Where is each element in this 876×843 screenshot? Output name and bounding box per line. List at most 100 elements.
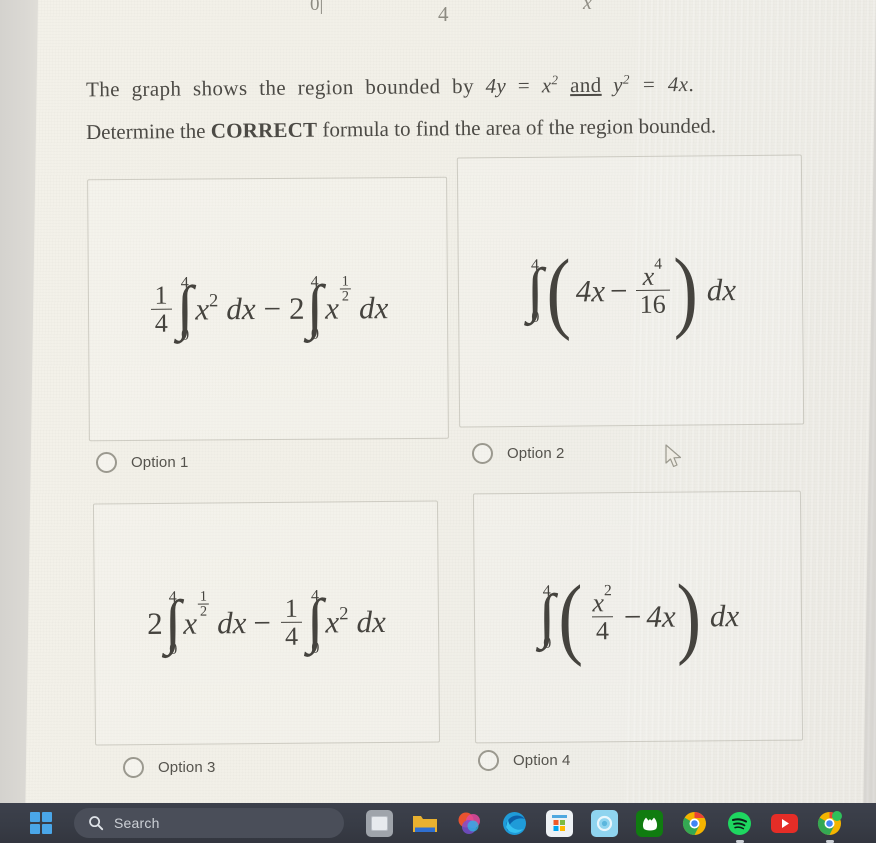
- radio-button-option-3[interactable]: [123, 757, 144, 778]
- integrand-2-exponent: 2: [339, 603, 349, 625]
- radio-button-option-4[interactable]: [478, 750, 499, 771]
- logo-square-bl: [30, 824, 40, 834]
- integral-2-differential: dx: [356, 603, 386, 640]
- option-4-radio-row[interactable]: Option 4: [478, 750, 571, 771]
- file-explorer-icon[interactable]: [411, 810, 438, 837]
- option-3-radio-row[interactable]: Option 3: [123, 757, 216, 778]
- coefficient-one-quarter: 1 4: [150, 281, 172, 338]
- search-icon: [89, 816, 104, 831]
- fraction-numerator-base: x: [642, 261, 655, 292]
- fraction-numerator: x4: [639, 256, 667, 292]
- fraction-numerator: x2: [588, 582, 616, 618]
- question-line-2: Determine the CORRECT formula to find th…: [86, 105, 856, 151]
- option-4-card[interactable]: 4 ∫ 0 ( x2 4 − 4x ) dx: [472, 490, 804, 744]
- paren-open: (: [546, 240, 572, 342]
- question-conjunction: and: [569, 72, 602, 98]
- option-2-formula: 4 ∫ 0 ( 4x − x4 16 ) dx: [525, 239, 737, 342]
- running-indicator: [735, 839, 744, 843]
- windows-taskbar[interactable]: Search: [0, 803, 876, 843]
- question-line2-suffix: formula to find the area of the region b…: [317, 113, 717, 142]
- integral-main: 4 ∫ 0: [527, 257, 544, 326]
- integrand-operator: −: [623, 598, 642, 635]
- option-4-label: Option 4: [513, 752, 571, 769]
- integral-2-sign: ∫: [306, 587, 324, 655]
- radio-button-option-2[interactable]: [472, 443, 493, 464]
- microsoft-365-copilot-icon[interactable]: [456, 810, 483, 837]
- fraction-numerator-exponent: 2: [603, 582, 612, 600]
- youtube-icon[interactable]: [771, 810, 798, 837]
- integrand-1-base: x: [195, 291, 210, 327]
- taskbar-pinned-icons: [366, 809, 843, 843]
- exponent-denominator: 2: [339, 288, 351, 305]
- option-2-radio-row[interactable]: Option 2: [472, 443, 565, 464]
- option-2-card[interactable]: 4 ∫ 0 ( 4x − x4 16 ) dx: [456, 154, 805, 428]
- integral-2-differential: dx: [358, 290, 389, 326]
- integral-2: 4 ∫ 0: [306, 587, 324, 657]
- windows-logo-icon[interactable]: [30, 812, 52, 834]
- integral-lower-limit: 0: [531, 308, 540, 326]
- equation-2-rhs: = 4x: [629, 72, 689, 97]
- page-content: 0| 4 x The graph shows the region bounde…: [38, 0, 876, 812]
- photos-icon[interactable]: [591, 809, 618, 837]
- integrand-2-base: x: [325, 290, 340, 326]
- google-chrome-icon[interactable]: [681, 810, 708, 837]
- integral-1-differential: dx: [216, 605, 247, 641]
- fraction-numerator-exponent: 4: [654, 255, 663, 273]
- radio-button-option-1[interactable]: [96, 452, 117, 473]
- integral-differential: dx: [709, 598, 740, 634]
- graph-xtick-4-label: 4: [438, 2, 449, 26]
- option-1-card[interactable]: 1 4 4 ∫ 0 x2 dx − 2 4 ∫ 0 x12 dx: [87, 176, 449, 442]
- running-indicator: [825, 839, 834, 843]
- screenshot-root: 0| 4 x The graph shows the region bounde…: [0, 0, 876, 843]
- integrand-term-1: 4x: [575, 273, 606, 309]
- question-line1-prefix: The graph shows the region bounded by: [85, 73, 486, 102]
- integral-differential: dx: [706, 272, 737, 308]
- equation-1-exponent: 2: [551, 72, 559, 88]
- fraction-numerator-base: x: [592, 588, 605, 618]
- integral-1: 4 ∫ 0: [176, 274, 194, 344]
- equation-1-equals: =: [506, 73, 542, 98]
- graph-origin-label: 0|: [310, 0, 324, 15]
- microsoft-edge-icon[interactable]: [501, 810, 528, 837]
- option-3-card[interactable]: 2 4 ∫ 0 x12 dx − 1 4 4 ∫ 0 x2 dx: [92, 500, 441, 746]
- equation-2-base: y: [613, 72, 624, 97]
- equation-1-lhs: 4y: [485, 73, 507, 98]
- integrand-1-exponent-half: 12: [197, 588, 210, 620]
- exponent-denominator: 2: [197, 603, 210, 620]
- coefficient-denominator: 4: [280, 622, 303, 651]
- integrand-term-2: 4x: [646, 598, 676, 634]
- option-1-radio-row[interactable]: Option 1: [96, 452, 189, 473]
- integral-2-lower-limit: 0: [310, 325, 320, 343]
- paren-open: (: [557, 566, 584, 668]
- integrand-fraction: x2 4: [588, 582, 616, 646]
- fraction-denominator: 16: [635, 290, 670, 319]
- integral-1-sign: ∫: [176, 274, 194, 342]
- integrand-operator: −: [609, 273, 628, 309]
- question-line1-period: .: [688, 72, 695, 97]
- integrand-fraction: x4 16: [635, 256, 670, 319]
- graph-x-axis-label: x: [583, 0, 592, 14]
- spotify-icon[interactable]: [726, 810, 753, 843]
- taskbar-search-box[interactable]: Search: [74, 808, 344, 838]
- coefficient-numerator: 1: [284, 593, 298, 623]
- option-4-formula: 4 ∫ 0 ( x2 4 − 4x ) dx: [536, 565, 740, 668]
- microsoft-store-icon[interactable]: [546, 809, 573, 837]
- fraction-denominator: 4: [591, 616, 614, 646]
- question-line2-prefix: Determine the: [85, 118, 211, 145]
- question-emphasis-correct: CORRECT: [210, 117, 318, 143]
- chrome-alt-icon[interactable]: [816, 810, 843, 843]
- integral-2: 4 ∫ 0: [306, 273, 324, 343]
- option-3-coefficient-1: 2: [147, 605, 163, 642]
- question-text: The graph shows the region bounded by 4y…: [86, 62, 856, 147]
- integral-1-lower-limit: 0: [169, 640, 178, 658]
- integrand-2-exponent-half: 12: [339, 273, 351, 305]
- task-view-icon[interactable]: [366, 809, 393, 837]
- question-line-1: The graph shows the region bounded by 4y…: [86, 59, 856, 109]
- option-3-label: Option 3: [158, 759, 216, 776]
- exponent-numerator: 1: [341, 273, 349, 290]
- xbox-icon[interactable]: [636, 809, 663, 837]
- integral-2-sign: ∫: [306, 273, 324, 341]
- paren-close: ): [673, 239, 699, 341]
- option-2-label: Option 2: [507, 445, 565, 462]
- integral-sign: ∫: [538, 582, 556, 651]
